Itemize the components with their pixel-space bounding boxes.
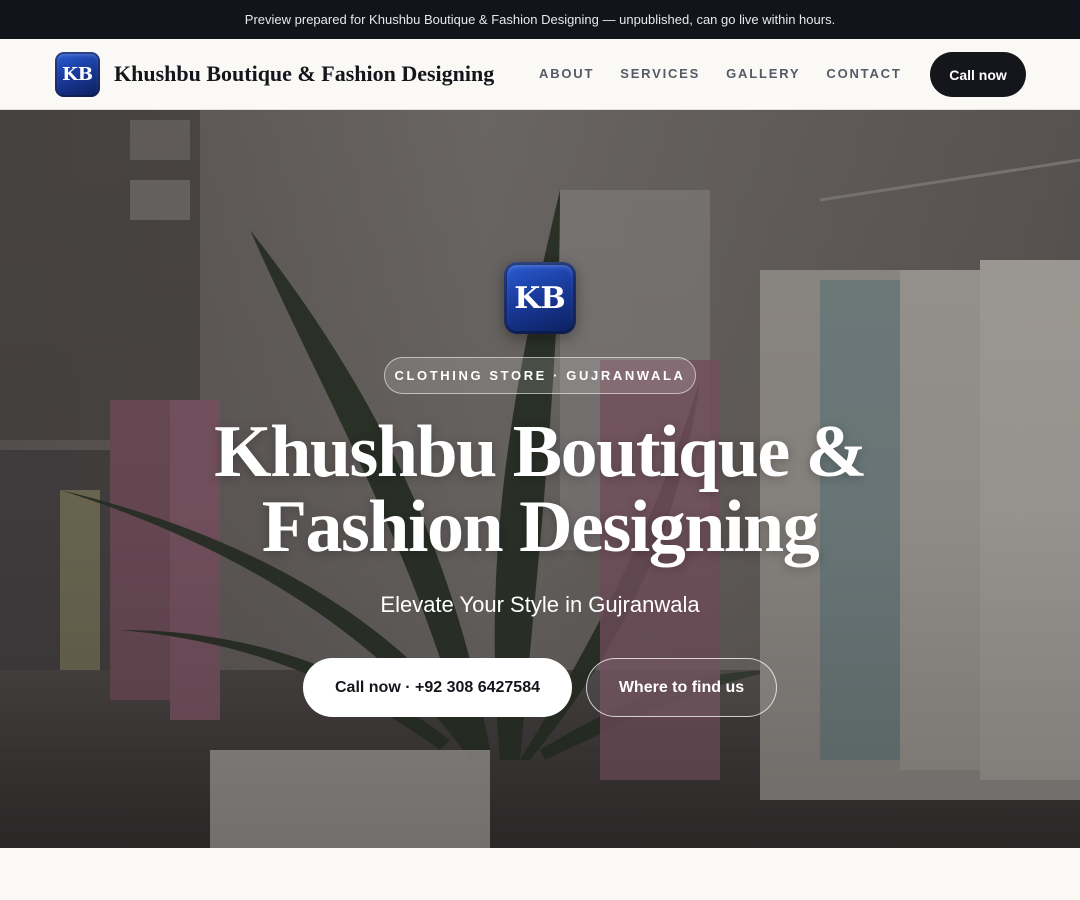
brand-name[interactable]: Khushbu Boutique & Fashion Designing bbox=[114, 61, 494, 87]
call-now-button[interactable]: Call now bbox=[930, 52, 1026, 97]
nav-link-gallery[interactable]: GALLERY bbox=[726, 66, 800, 81]
find-us-button[interactable]: Where to find us bbox=[586, 658, 777, 717]
preview-banner: Preview prepared for Khushbu Boutique & … bbox=[0, 0, 1080, 39]
nav-link-about[interactable]: ABOUT bbox=[539, 66, 594, 81]
category-badge: CLOTHING STORE · GUJRANWALA bbox=[384, 357, 696, 394]
hero-title-line-1: Khushbu Boutique & bbox=[214, 411, 867, 493]
nav-link-contact[interactable]: CONTACT bbox=[826, 66, 901, 81]
main-nav: ABOUT SERVICES GALLERY CONTACT bbox=[539, 66, 902, 81]
hero-section: KB CLOTHING STORE · GUJRANWALA Khushbu B… bbox=[0, 110, 1080, 848]
site-header: KB Khushbu Boutique & Fashion Designing … bbox=[0, 39, 1080, 110]
hero-title-line-2: Fashion Designing bbox=[261, 486, 820, 568]
nav-link-services[interactable]: SERVICES bbox=[620, 66, 700, 81]
hero-logo: KB bbox=[504, 262, 576, 334]
next-section bbox=[0, 848, 1080, 900]
call-phone-button[interactable]: Call now · +92 308 6427584 bbox=[303, 658, 572, 717]
brand-logo-initials: KB bbox=[62, 64, 93, 85]
brand-logo[interactable]: KB bbox=[55, 52, 100, 97]
preview-banner-text: Preview prepared for Khushbu Boutique & … bbox=[244, 12, 836, 27]
hero-title: Khushbu Boutique & Fashion Designing bbox=[140, 415, 940, 565]
hero-subtitle: Elevate Your Style in Gujranwala bbox=[380, 592, 700, 617]
hero-logo-initials: KB bbox=[514, 280, 566, 316]
